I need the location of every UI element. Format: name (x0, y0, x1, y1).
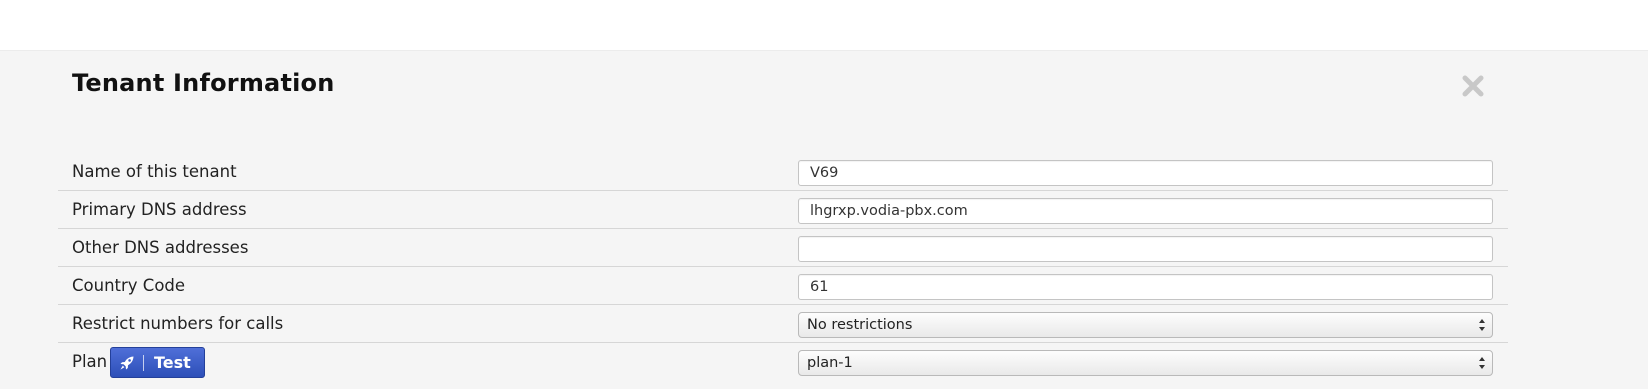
select-arrows-icon (1479, 319, 1485, 331)
plan-label: Plan (72, 352, 108, 371)
primary-dns-label: Primary DNS address (72, 200, 247, 219)
select-arrows-icon (1479, 357, 1485, 369)
row-country-code: Country Code (58, 267, 1508, 305)
country-code-label: Country Code (72, 276, 186, 295)
row-restrict-numbers: Restrict numbers for calls No restrictio… (58, 305, 1508, 343)
country-code-input[interactable] (798, 274, 1493, 300)
dialog-title: Tenant Information (72, 69, 335, 97)
restrict-numbers-select[interactable]: No restrictions (798, 312, 1493, 338)
tenant-form: Name of this tenant Primary DNS address … (58, 153, 1508, 381)
primary-dns-input[interactable] (798, 198, 1493, 224)
row-other-dns: Other DNS addresses (58, 229, 1508, 267)
other-dns-label: Other DNS addresses (72, 238, 249, 257)
restrict-numbers-label: Restrict numbers for calls (72, 314, 284, 333)
plan-value: plan-1 (807, 355, 853, 371)
other-dns-input[interactable] (798, 236, 1493, 262)
plan-select[interactable]: plan-1 (798, 350, 1493, 376)
tenant-name-input[interactable] (798, 160, 1493, 186)
close-icon[interactable] (1460, 73, 1486, 99)
test-plan-button[interactable]: Test (110, 347, 205, 378)
tenant-information-dialog: Tenant Information Name of this tenant P… (0, 50, 1648, 389)
tenant-name-label: Name of this tenant (72, 162, 237, 181)
row-primary-dns: Primary DNS address (58, 191, 1508, 229)
row-tenant-name: Name of this tenant (58, 153, 1508, 191)
rocket-icon (111, 348, 143, 377)
restrict-numbers-value: No restrictions (807, 317, 913, 333)
test-button-label: Test (154, 353, 191, 372)
row-plan: Plan Test plan-1 (58, 343, 1508, 381)
